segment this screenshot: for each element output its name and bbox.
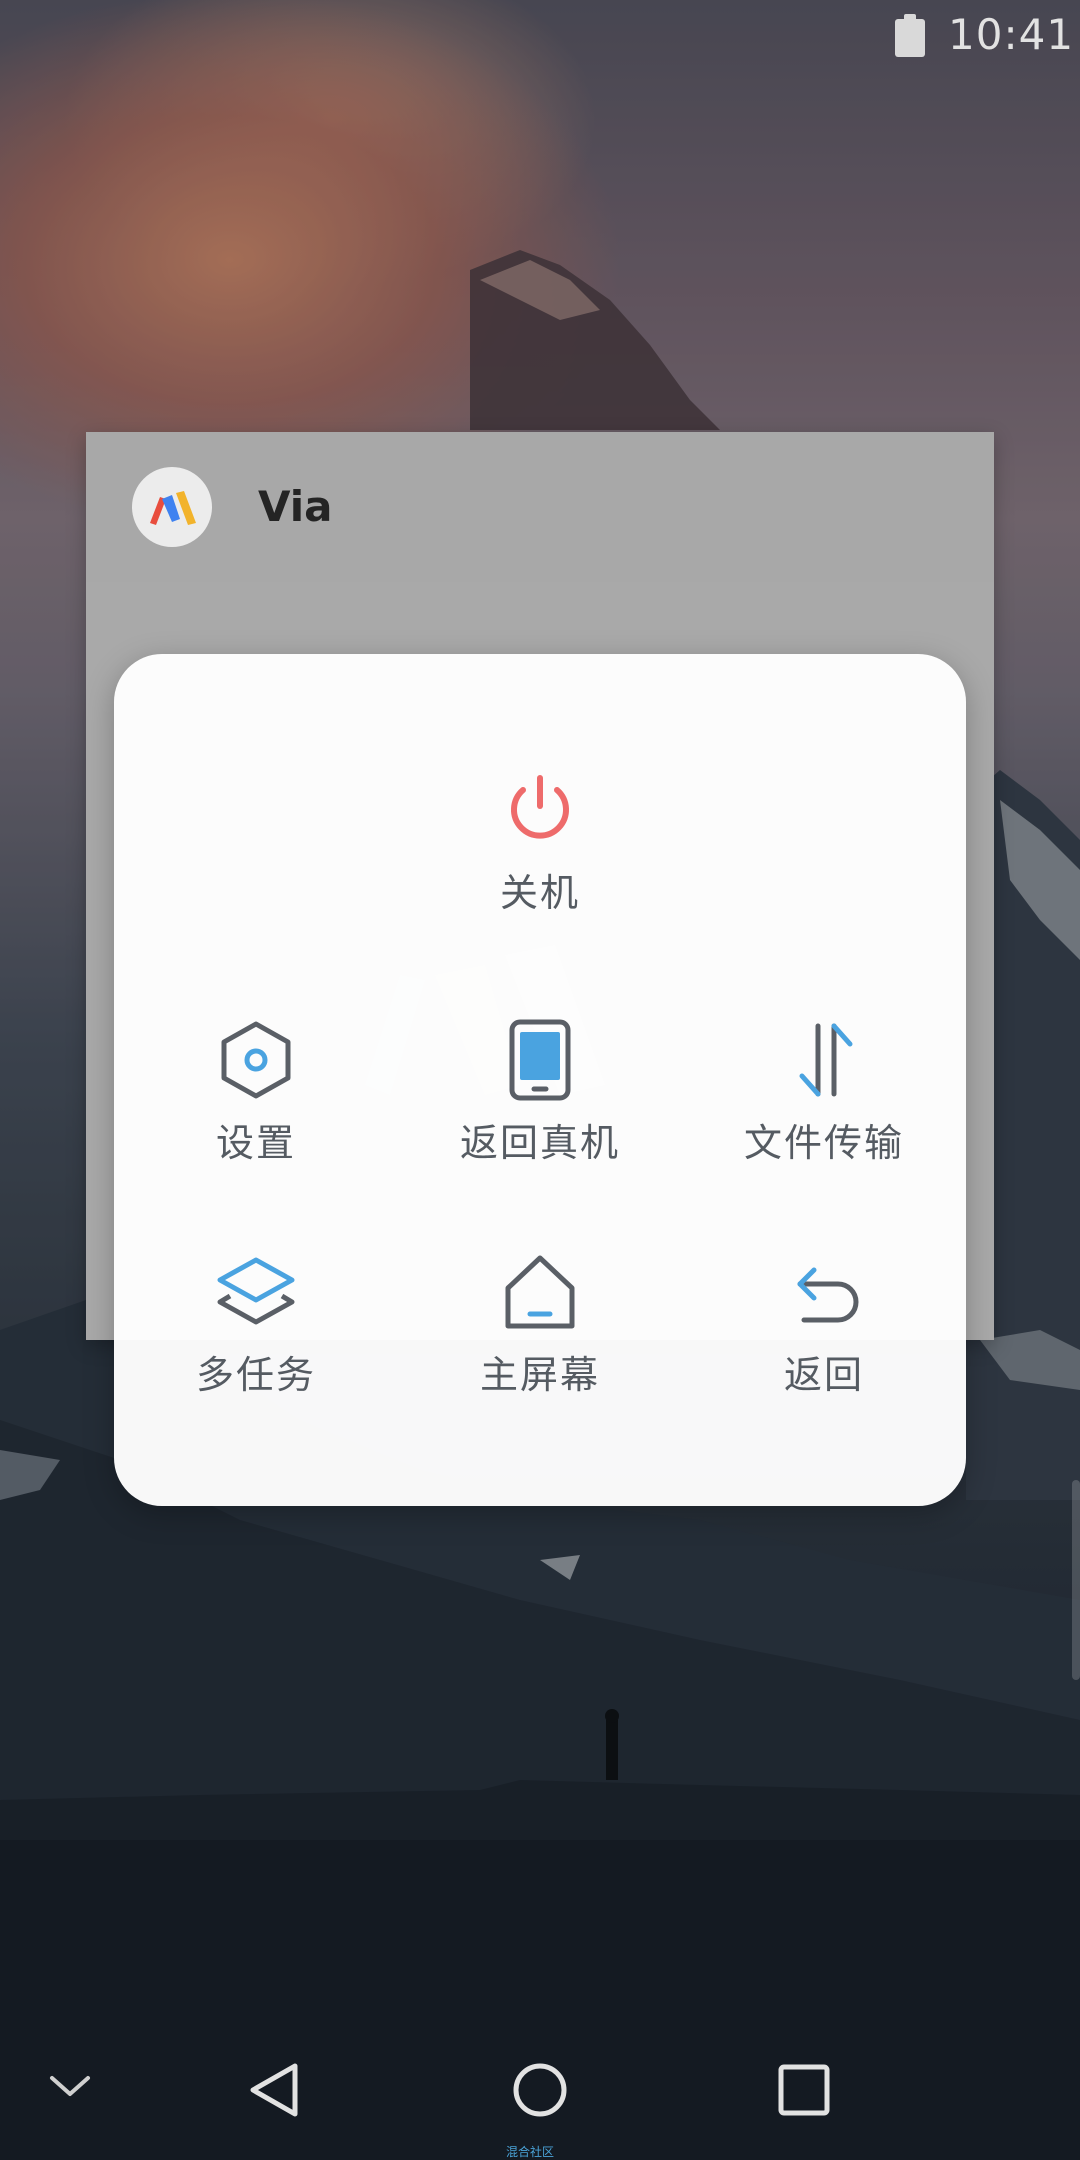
via-app-icon <box>132 467 212 547</box>
status-clock: 10:41 <box>948 10 1075 59</box>
recent-app-header: Via <box>86 432 994 582</box>
power-off-label: 关机 <box>499 871 580 915</box>
settings-hexagon-icon <box>221 1021 291 1099</box>
file-transfer-button[interactable]: 文件传输 <box>684 1010 964 1180</box>
back-label: 返回 <box>783 1353 864 1397</box>
settings-label: 设置 <box>215 1121 296 1165</box>
multitask-layers-icon <box>217 1257 295 1325</box>
square-recents-icon[interactable] <box>776 2062 832 2118</box>
screen: 10:41 Via 关机 设置 返回真机 文件传输 多任务 主屏幕 返回 混合社… <box>0 0 1080 2160</box>
home-screen-label: 主屏幕 <box>479 1353 600 1397</box>
file-transfer-icon <box>799 1023 853 1097</box>
navigation-bar <box>0 2020 1080 2160</box>
watermark-text: 混合社区 <box>506 2145 555 2159</box>
chevron-down-icon[interactable] <box>44 2066 96 2106</box>
home-icon <box>505 1255 575 1329</box>
multitask-button[interactable]: 多任务 <box>116 1242 396 1412</box>
settings-button[interactable]: 设置 <box>116 1010 396 1180</box>
edge-handle[interactable] <box>1072 1480 1080 1680</box>
multitask-label: 多任务 <box>195 1353 316 1397</box>
battery-full-icon <box>895 14 925 58</box>
file-transfer-label: 文件传输 <box>743 1121 904 1165</box>
back-button[interactable]: 返回 <box>684 1242 964 1412</box>
return-to-device-button[interactable]: 返回真机 <box>400 1010 680 1180</box>
status-bar: 10:41 <box>0 0 1080 80</box>
return-to-device-label: 返回真机 <box>459 1121 620 1165</box>
power-icon <box>511 775 569 839</box>
power-off-button[interactable]: 关机 <box>400 760 680 930</box>
phone-device-icon <box>509 1019 571 1101</box>
back-arrow-icon <box>797 1267 859 1323</box>
circle-home-icon[interactable] <box>510 2060 570 2120</box>
quick-menu-panel: 关机 设置 返回真机 文件传输 多任务 主屏幕 返回 <box>114 654 966 1506</box>
recent-app-title: Via <box>258 482 333 531</box>
home-screen-button[interactable]: 主屏幕 <box>400 1242 680 1412</box>
triangle-back-icon[interactable] <box>245 2060 305 2120</box>
